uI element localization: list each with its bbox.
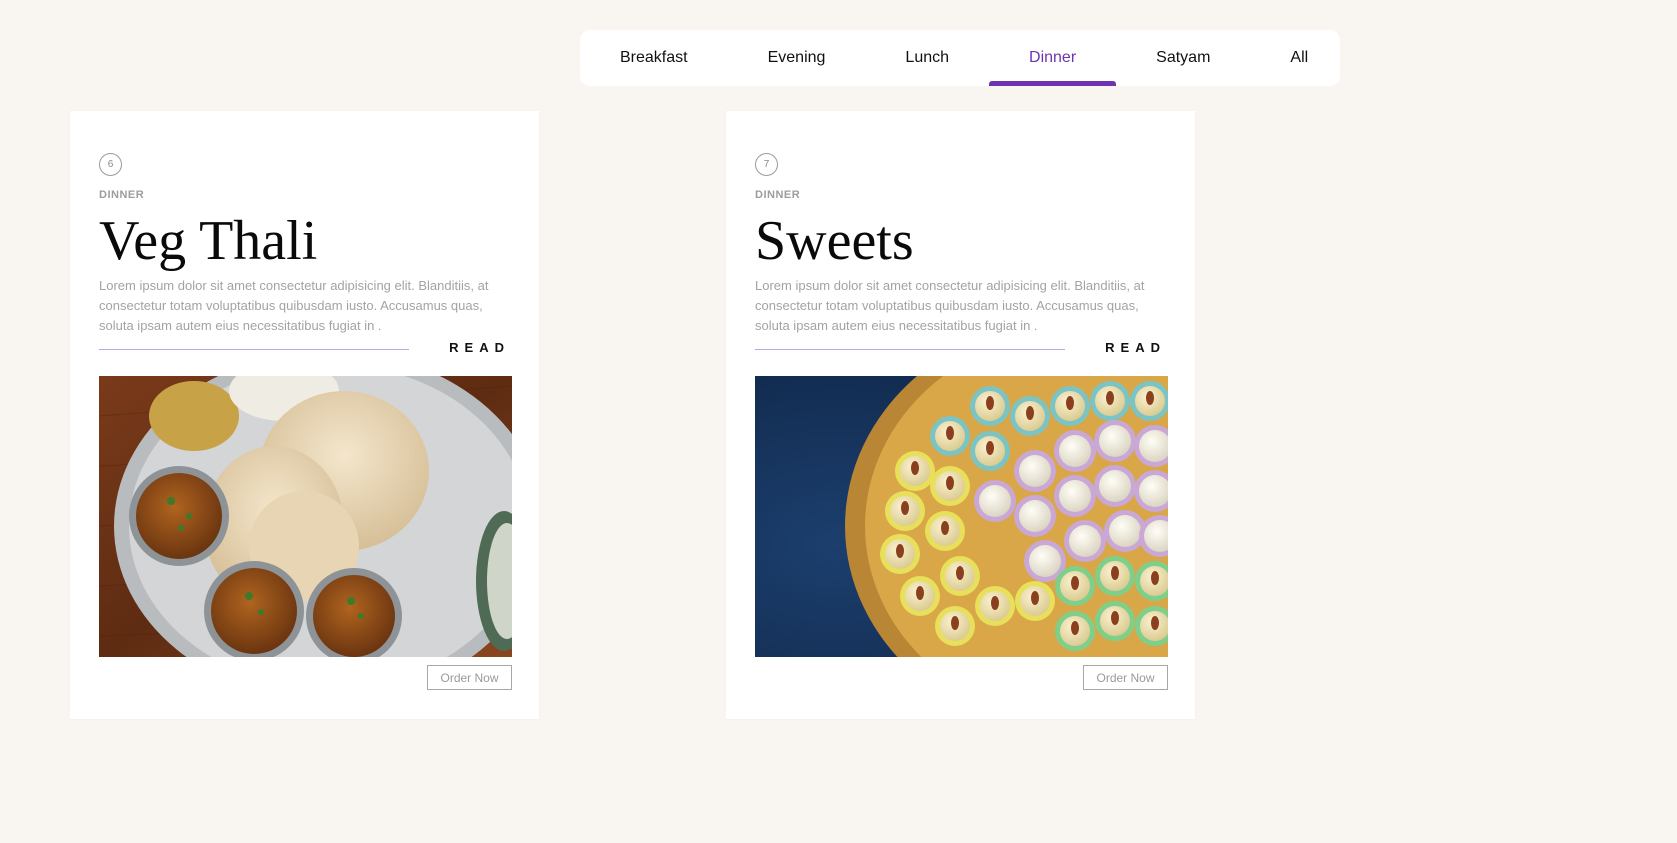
- order-now-button[interactable]: Order Now: [427, 665, 512, 690]
- tab-dinner[interactable]: Dinner: [989, 30, 1117, 86]
- item-description: Lorem ipsum dolor sit amet consectetur a…: [99, 278, 489, 333]
- menu-card: 6 DINNER Veg Thali Lorem ipsum dolor sit…: [70, 111, 539, 719]
- item-category: DINNER: [755, 189, 801, 201]
- sweets-photo: [755, 376, 1168, 657]
- item-number-badge: 7: [755, 153, 778, 176]
- item-title: Sweets: [755, 210, 914, 272]
- category-tabs: Breakfast Evening Lunch Dinner Satyam Al…: [580, 30, 1340, 86]
- item-category: DINNER: [99, 189, 145, 201]
- item-title: Veg Thali: [99, 210, 318, 272]
- read-link[interactable]: READ: [1105, 340, 1166, 355]
- item-description: Lorem ipsum dolor sit amet consectetur a…: [755, 278, 1145, 333]
- order-now-button[interactable]: Order Now: [1083, 665, 1168, 690]
- item-number-badge: 6: [99, 153, 122, 176]
- read-link[interactable]: READ: [449, 340, 510, 355]
- tab-lunch[interactable]: Lunch: [865, 30, 989, 86]
- tab-satyam[interactable]: Satyam: [1116, 30, 1250, 86]
- menu-card: 7 DINNER Sweets Lorem ipsum dolor sit am…: [726, 111, 1195, 719]
- tab-all[interactable]: All: [1250, 30, 1348, 86]
- tab-evening[interactable]: Evening: [728, 30, 866, 86]
- food-image: [755, 376, 1168, 657]
- veg-thali-photo: [99, 376, 512, 657]
- divider: [99, 349, 409, 350]
- food-image: [99, 376, 512, 657]
- divider: [755, 349, 1065, 350]
- tab-breakfast[interactable]: Breakfast: [580, 30, 728, 86]
